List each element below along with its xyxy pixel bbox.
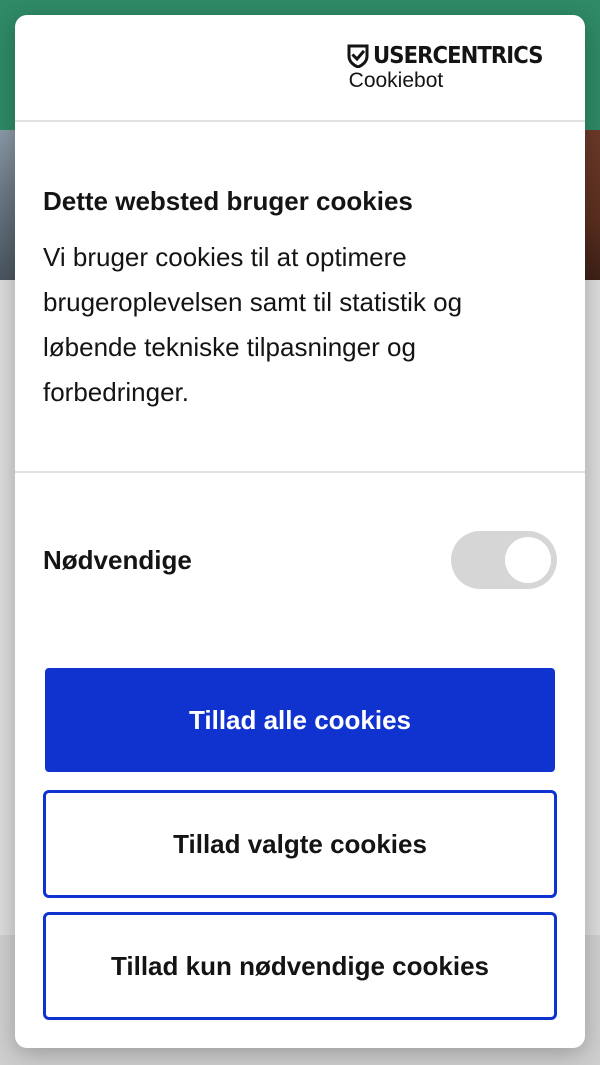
dialog-content: Dette websted bruger cookies Vi bruger c… [43, 185, 563, 415]
dialog-header: USERCENTRICS Cookiebot [15, 15, 585, 122]
toggle-label-necessary: Nødvendige [43, 544, 192, 575]
toggle-knob [505, 537, 551, 583]
allow-necessary-cookies-button[interactable]: Tillad kun nødvendige cookies [43, 912, 557, 1020]
section-divider [15, 471, 585, 473]
necessary-cookies-row: Nødvendige [43, 530, 557, 590]
dialog-description: Vi bruger cookies til at optimere bruger… [43, 242, 463, 407]
brand-subtitle: Cookiebot [348, 69, 444, 92]
dialog-title: Dette websted bruger cookies [43, 186, 413, 216]
allow-selected-cookies-button[interactable]: Tillad valgte cookies [43, 790, 557, 898]
brand-name: USERCENTRICS [372, 43, 544, 69]
shield-check-icon [347, 44, 369, 68]
allow-all-cookies-button[interactable]: Tillad alle cookies [45, 668, 555, 772]
cookie-consent-dialog: USERCENTRICS Cookiebot Dette websted bru… [15, 15, 585, 1048]
brand-logo: USERCENTRICS Cookiebot [347, 43, 557, 93]
necessary-cookies-toggle[interactable] [451, 531, 557, 589]
